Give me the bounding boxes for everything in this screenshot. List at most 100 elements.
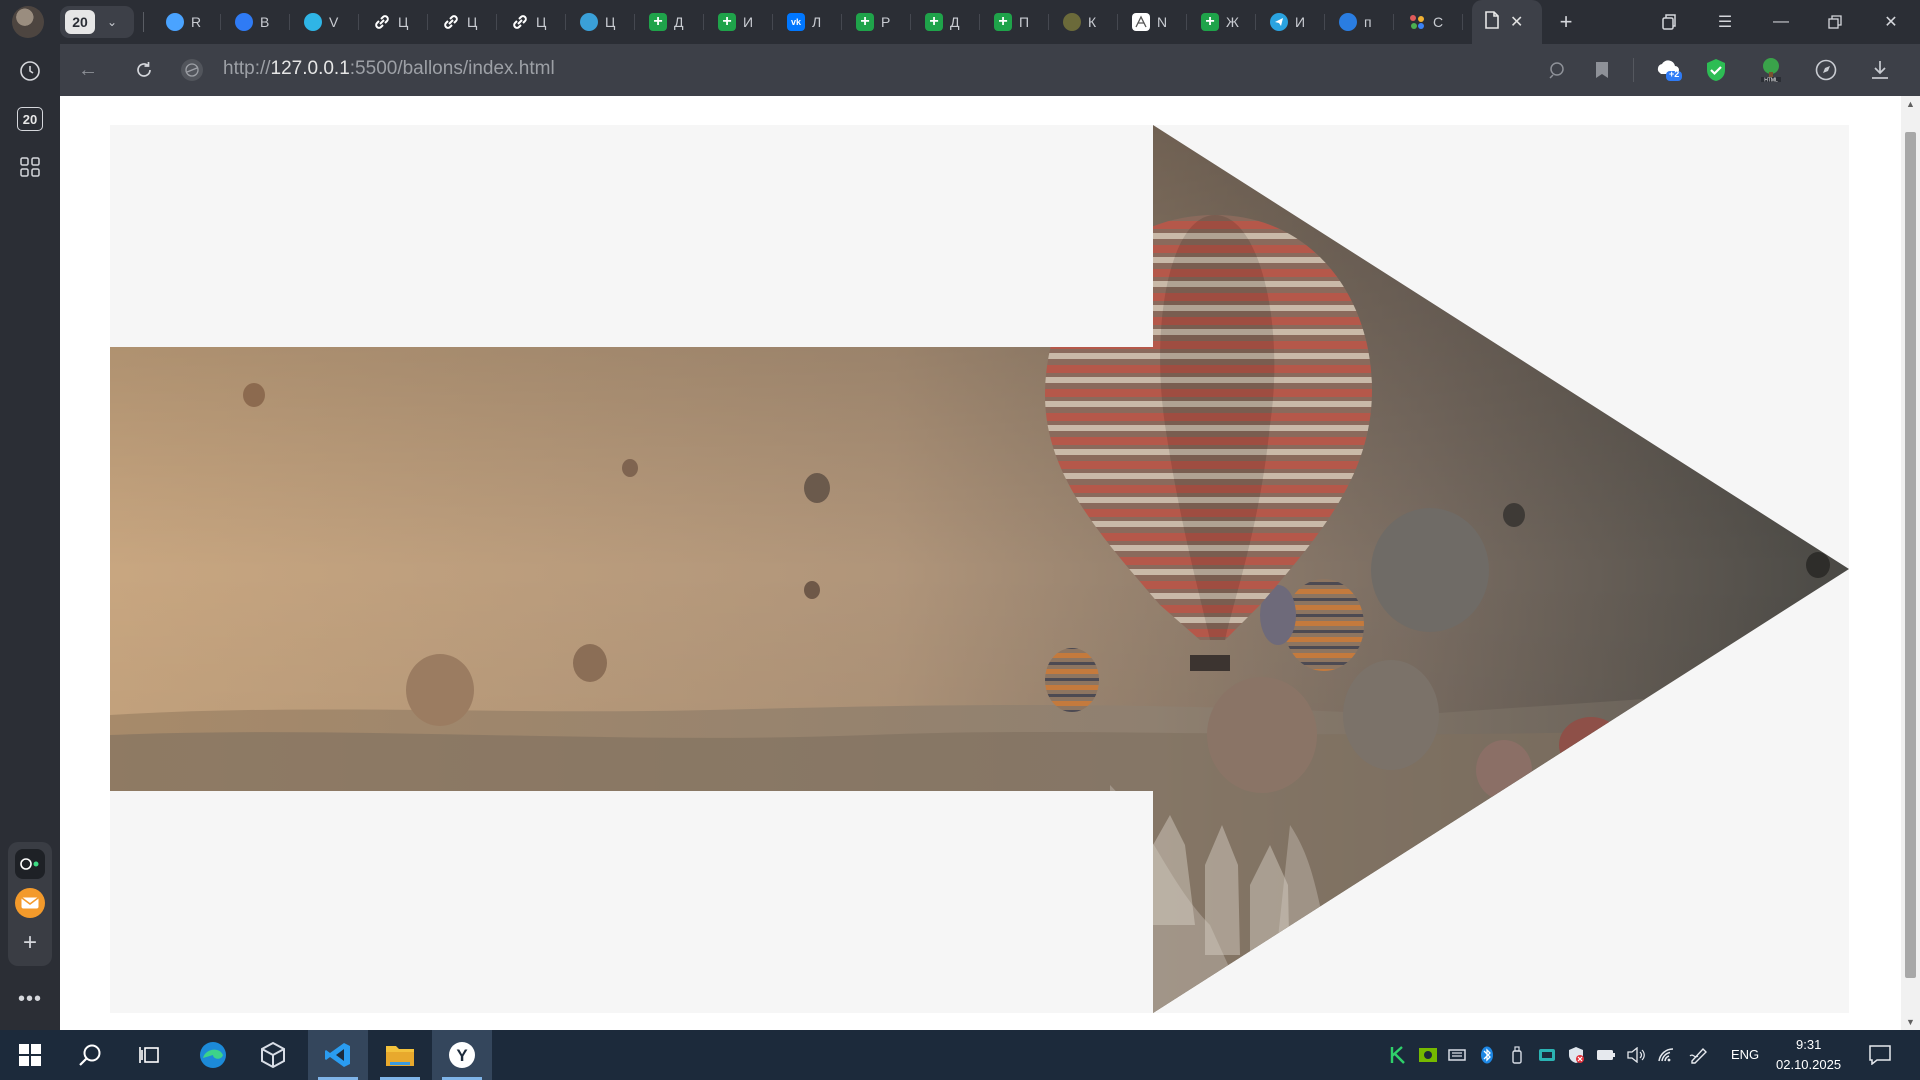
yandex-browser-icon[interactable]: Y	[432, 1030, 492, 1080]
shield-check-icon[interactable]	[1702, 56, 1730, 84]
tab-label: Ц	[536, 14, 547, 30]
plus-square-icon: +	[856, 13, 874, 31]
scroll-thumb[interactable]	[1905, 132, 1916, 978]
sidebar-dock: +	[8, 842, 52, 966]
tab-label: Ц	[398, 14, 409, 30]
tab[interactable]: Ц	[428, 0, 497, 44]
tab[interactable]: N	[1118, 0, 1187, 44]
tab[interactable]: + Ж	[1187, 0, 1256, 44]
tab[interactable]: + Д	[635, 0, 704, 44]
security-alert-icon[interactable]	[1566, 1045, 1586, 1065]
tab-label: Л	[812, 14, 822, 30]
tab[interactable]: Ц	[566, 0, 635, 44]
close-tab-icon[interactable]: ✕	[1510, 12, 1523, 32]
tree-extension-icon[interactable]: HTML	[1757, 56, 1785, 84]
alice-assistant-icon[interactable]	[15, 849, 45, 879]
3d-sphere-icon	[166, 13, 184, 31]
arrow-image-shape	[110, 125, 1849, 1013]
new-tab-button[interactable]: +	[1553, 9, 1579, 34]
page-scrollbar[interactable]: ▲ ▼	[1901, 96, 1920, 1030]
back-arrow-icon[interactable]: ←	[74, 58, 102, 82]
link-icon	[442, 13, 460, 31]
mail-envelope-icon[interactable]	[15, 888, 45, 918]
scroll-down-arrow-icon[interactable]: ▼	[1901, 1014, 1920, 1030]
virtualbox-icon[interactable]	[243, 1030, 303, 1080]
compass-icon[interactable]	[1812, 56, 1840, 84]
shield-heart-icon	[304, 13, 322, 31]
history-icon[interactable]	[15, 56, 45, 86]
tab-count-badge: 20	[65, 10, 95, 34]
task-view-icon[interactable]	[120, 1030, 180, 1080]
tab[interactable]: R	[152, 0, 221, 44]
telegram-icon	[1270, 13, 1288, 31]
pen-input-icon[interactable]	[1689, 1045, 1709, 1065]
tab[interactable]: vk Л	[773, 0, 842, 44]
close-window-button[interactable]: ✕	[1867, 0, 1915, 44]
sidebar-rail: 20 + •••	[0, 44, 60, 1030]
sketch-icon	[1132, 13, 1150, 31]
minimize-button[interactable]: —	[1757, 0, 1805, 44]
bluetooth-icon[interactable]	[1477, 1045, 1497, 1065]
language-indicator[interactable]: ENG	[1731, 1047, 1759, 1062]
windows-start-icon[interactable]	[0, 1030, 60, 1080]
clock-date[interactable]: 02.10.2025	[1776, 1057, 1841, 1072]
file-explorer-icon[interactable]	[370, 1030, 430, 1080]
display-tray-icon[interactable]	[1537, 1045, 1557, 1065]
clock-time[interactable]: 9:31	[1796, 1037, 1821, 1052]
tab[interactable]: + Р	[842, 0, 911, 44]
url-field[interactable]: http://127.0.0.1:5500/ballons/index.html	[223, 58, 555, 80]
plus-square-icon: +	[994, 13, 1012, 31]
site-security-icon[interactable]	[181, 59, 203, 81]
search-page-icon[interactable]	[1543, 56, 1571, 84]
usb-device-icon[interactable]	[1507, 1045, 1527, 1065]
tab[interactable]: п	[1325, 0, 1394, 44]
tab-label: Р	[881, 14, 891, 30]
scroll-up-arrow-icon[interactable]: ▲	[1901, 96, 1920, 112]
tab-label: V	[329, 14, 339, 30]
notifications-icon[interactable]	[1868, 1045, 1892, 1065]
more-icon[interactable]: •••	[15, 984, 45, 1014]
restore-button[interactable]	[1811, 0, 1859, 44]
reload-icon[interactable]	[130, 58, 158, 82]
plus-square-icon: +	[1201, 13, 1219, 31]
hot-air-balloons-image	[110, 125, 1849, 1013]
tab[interactable]: + Д	[911, 0, 980, 44]
profile-avatar[interactable]	[12, 6, 44, 38]
collections-icon[interactable]	[1645, 0, 1693, 44]
tab[interactable]: К	[1049, 0, 1118, 44]
bookmark-icon[interactable]	[1588, 56, 1616, 84]
tab[interactable]: + П	[980, 0, 1049, 44]
tab[interactable]: С	[1394, 0, 1463, 44]
tab[interactable]: + И	[704, 0, 773, 44]
address-bar: ← http://127.0.0.1:5500/ballons/index.ht…	[60, 44, 1920, 96]
vk-icon: vk	[787, 13, 805, 31]
cloud-icon	[580, 13, 598, 31]
weather-cloud-icon[interactable]: +2	[1652, 56, 1686, 84]
download-icon[interactable]	[1866, 56, 1894, 84]
tab-separator	[143, 12, 144, 32]
tab[interactable]: Ц	[359, 0, 428, 44]
edge-icon[interactable]	[183, 1030, 243, 1080]
tab[interactable]: Ц	[497, 0, 566, 44]
network-adapter-tray-icon[interactable]	[1447, 1045, 1467, 1065]
vscode-icon[interactable]	[308, 1030, 368, 1080]
tab-groups-button[interactable]: 20 ⌄	[60, 6, 134, 38]
mail-icon	[235, 13, 253, 31]
tab-label: И	[743, 14, 754, 30]
search-icon[interactable]	[60, 1030, 120, 1080]
battery-icon[interactable]	[1596, 1045, 1616, 1065]
wifi-icon[interactable]	[1657, 1045, 1677, 1065]
nvidia-tray-icon[interactable]	[1418, 1045, 1438, 1065]
volume-icon[interactable]	[1626, 1045, 1646, 1065]
tab[interactable]: B	[221, 0, 290, 44]
tab[interactable]: V	[290, 0, 359, 44]
tab-active[interactable]: ✕	[1472, 0, 1542, 44]
tabs-counter-icon[interactable]: 20	[17, 107, 43, 131]
add-panel-icon[interactable]: +	[15, 928, 45, 958]
url-scheme: http://	[223, 58, 271, 79]
menu-icon[interactable]: ☰	[1701, 0, 1749, 44]
tab[interactable]: И	[1256, 0, 1325, 44]
apps-grid-icon[interactable]	[15, 152, 45, 182]
k-app-tray-icon[interactable]	[1388, 1045, 1408, 1065]
emblem-icon	[1063, 13, 1081, 31]
